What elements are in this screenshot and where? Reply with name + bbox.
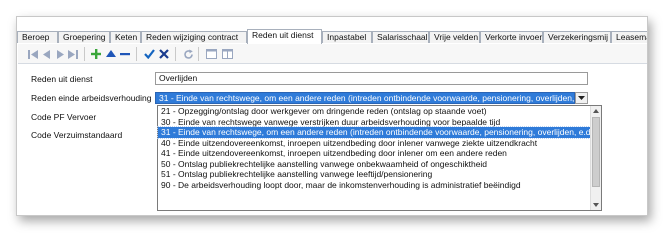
code-pf-vervoer-label: Code PF Vervoer: [31, 112, 97, 122]
tab-strip: Beroep Groepering Keten Reden wijziging …: [17, 29, 647, 44]
toolbar-separator: [84, 47, 85, 61]
dropdown-option[interactable]: 30 - Einde van rechtswege vanwege verstr…: [158, 117, 590, 128]
previous-icon[interactable]: [40, 47, 54, 61]
dropdown-scrollbar[interactable]: [590, 106, 601, 210]
scroll-down-icon[interactable]: [591, 200, 601, 210]
toolbar-separator: [198, 47, 199, 61]
add-icon[interactable]: [89, 47, 103, 61]
confirm-icon[interactable]: [142, 47, 156, 61]
next-icon[interactable]: [53, 47, 67, 61]
dropdown-option[interactable]: 50 - Ontslag publiekrechtelijke aanstell…: [158, 159, 590, 170]
move-up-icon[interactable]: [104, 47, 118, 61]
tab-keten[interactable]: Keten: [110, 31, 141, 43]
dropdown-arrow-button[interactable]: [575, 92, 588, 104]
reden-einde-label: Reden einde arbeidsverhouding: [31, 93, 152, 103]
tab-verzekeringsmij[interactable]: Verzekeringsmij: [543, 31, 611, 43]
toolbar-separator: [175, 47, 176, 61]
cancel-icon[interactable]: [157, 47, 171, 61]
tab-reden-uit-dienst[interactable]: Reden uit dienst: [247, 29, 322, 44]
window: Beroep Groepering Keten Reden wijziging …: [16, 16, 648, 216]
tab-inpastabel[interactable]: Inpastabel: [322, 31, 372, 43]
reden-uit-dienst-field[interactable]: Overlijden: [155, 72, 588, 85]
code-verzuimstandaard-label: Code Verzuimstandaard: [31, 130, 123, 140]
first-icon[interactable]: [26, 47, 40, 61]
refresh-icon[interactable]: [181, 47, 195, 61]
reden-einde-select[interactable]: 31 - Einde van rechtswege, om een andere…: [155, 92, 575, 104]
scrollbar-thumb[interactable]: [592, 117, 600, 187]
dropdown-option[interactable]: 90 - De arbeidsverhouding loopt door, ma…: [158, 180, 590, 191]
delete-icon[interactable]: [118, 47, 132, 61]
scroll-up-icon[interactable]: [591, 106, 601, 116]
reden-einde-dropdown-list: 21 - Opzegging/ontslag door werkgever om…: [157, 105, 602, 211]
dropdown-option[interactable]: 21 - Opzegging/ontslag door werkgever om…: [158, 106, 590, 117]
dropdown-option[interactable]: 51 - Ontslag publiekrechtelijke aanstell…: [158, 169, 590, 180]
last-icon[interactable]: [66, 47, 80, 61]
tab-vrije-velden[interactable]: Vrije velden: [429, 31, 480, 43]
dropdown-option-selected[interactable]: 31 - Einde van rechtswege, om een andere…: [157, 126, 591, 139]
chevron-down-icon: [578, 96, 585, 100]
dropdown-option[interactable]: 41 - Einde uitzendovereenkomst, inroepen…: [158, 148, 590, 159]
tab-reden-wijziging-contract[interactable]: Reden wijziging contract: [141, 31, 247, 43]
tab-verkorte-invoer[interactable]: Verkorte invoer: [480, 31, 543, 43]
window-split-icon[interactable]: [220, 47, 234, 61]
tab-beroep[interactable]: Beroep: [17, 31, 58, 43]
window-icon[interactable]: [204, 47, 218, 61]
reden-uit-dienst-label: Reden uit dienst: [31, 74, 93, 84]
tab-salarisschaal[interactable]: Salarisschaal: [372, 31, 429, 43]
tab-leasema[interactable]: Leasema: [611, 31, 647, 43]
toolbar: [18, 44, 647, 64]
tab-groepering[interactable]: Groepering: [58, 31, 110, 43]
toolbar-separator: [136, 47, 137, 61]
dropdown-option[interactable]: 40 - Einde uitzendovereenkomst, inroepen…: [158, 138, 590, 149]
